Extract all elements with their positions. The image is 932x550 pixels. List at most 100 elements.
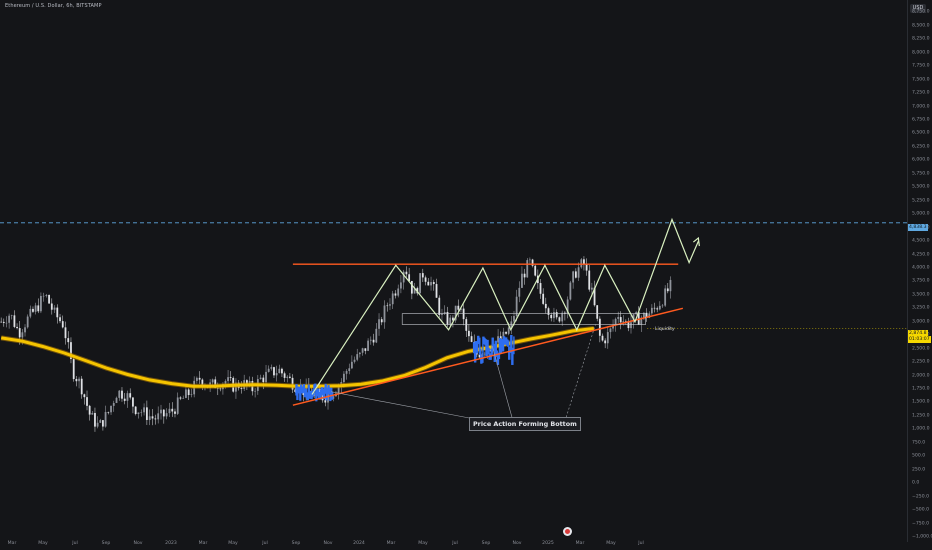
price-candle — [13, 315, 16, 327]
price-candle — [42, 295, 45, 297]
time-tick-label: Nov — [323, 541, 333, 546]
price-candle — [531, 259, 534, 266]
price-candle — [550, 314, 553, 319]
price-candle — [83, 394, 86, 398]
price-tick-label: −500.0 — [912, 507, 930, 513]
price-candle — [513, 316, 515, 322]
price-candle — [590, 287, 593, 290]
price-candle — [59, 317, 61, 322]
price-candle — [505, 331, 507, 334]
price-candle — [470, 336, 473, 342]
price-candle — [157, 413, 160, 420]
bottom-annotation[interactable]: Price Action Forming Bottom — [469, 417, 581, 431]
price-candle — [361, 348, 364, 353]
price-candle — [275, 373, 278, 376]
price-candle — [37, 305, 40, 312]
price-chart[interactable] — [0, 0, 932, 550]
price-candle — [10, 315, 13, 316]
price-tick-label: 3,750.0 — [912, 278, 930, 284]
price-candle — [5, 322, 8, 324]
price-candle — [137, 412, 140, 415]
price-tick-label: 2,000.0 — [912, 373, 930, 379]
price-candle — [72, 359, 75, 379]
price-candle — [29, 308, 32, 317]
price-candle — [383, 305, 386, 323]
price-candle — [380, 319, 383, 323]
price-candle — [91, 412, 94, 415]
tradingview-logo-icon[interactable] — [563, 527, 572, 536]
price-candle — [664, 288, 667, 306]
price-candle — [609, 328, 612, 333]
price-candle — [123, 398, 126, 401]
price-tick-label: 5,500.0 — [912, 184, 930, 190]
price-candle — [405, 271, 408, 275]
time-tick-label: Jul — [452, 541, 458, 546]
price-candle — [375, 328, 378, 343]
price-candle — [666, 288, 669, 292]
price-tick-label: 6,250.0 — [912, 144, 930, 150]
price-candle — [45, 294, 48, 296]
price-candle — [179, 397, 182, 399]
price-candle — [187, 389, 190, 396]
price-candle — [160, 409, 162, 414]
time-tick-label: Nov — [133, 541, 143, 546]
price-candle — [270, 367, 273, 369]
price-candle — [182, 397, 185, 399]
price-candle — [438, 297, 441, 315]
current-price-time: 01:03:07 — [908, 336, 931, 343]
price-tick-label: 3,500.0 — [912, 292, 930, 298]
time-tick-label: Mar — [198, 541, 208, 546]
price-candle — [104, 412, 107, 427]
liquidity-annotation[interactable]: Liquidity — [655, 327, 675, 332]
price-candle — [658, 305, 661, 310]
price-candle — [604, 340, 607, 344]
time-tick-label: May — [418, 541, 428, 546]
price-candle — [143, 407, 145, 413]
price-candle — [400, 282, 402, 289]
price-tick-label: 0.0 — [912, 480, 920, 486]
price-tick-label: 1,250.0 — [912, 413, 930, 419]
price-candle — [259, 377, 262, 380]
price-tick-label: 7,000.0 — [912, 104, 930, 110]
price-candle — [410, 280, 413, 294]
time-tick-label: 2023 — [165, 541, 177, 546]
price-candle — [102, 420, 104, 427]
price-candle — [391, 293, 394, 305]
price-candle — [539, 283, 542, 294]
price-candle — [121, 390, 123, 399]
price-tick-label: 7,500.0 — [912, 77, 930, 83]
target-price-tag: 4,838.3 — [908, 224, 928, 231]
price-tick-label: 1,000.0 — [912, 426, 930, 432]
price-tick-label: 8,500.0 — [912, 23, 930, 29]
price-tick-label: 8,000.0 — [912, 50, 930, 56]
time-tick-label: Nov — [512, 541, 522, 546]
price-candle — [555, 312, 558, 318]
price-candle — [190, 394, 193, 396]
price-candle — [2, 321, 5, 323]
price-candle — [75, 378, 78, 382]
price-candle — [394, 293, 397, 296]
price-tick-label: −1,000.0 — [912, 534, 932, 540]
price-candle — [630, 322, 632, 329]
price-candle — [669, 279, 672, 292]
price-candle — [8, 315, 11, 323]
price-candle — [449, 317, 452, 325]
price-candle — [129, 393, 132, 398]
price-tick-label: 2,250.0 — [912, 359, 930, 365]
price-tick-label: 4,250.0 — [912, 252, 930, 257]
price-candle — [622, 321, 625, 323]
symbol-title[interactable]: Ethereum / U.S. Dollar, 6h, BITSTAMP — [5, 3, 102, 9]
time-tick-label: Jul — [262, 541, 268, 546]
price-candle — [617, 317, 620, 319]
price-tick-label: 4,000.0 — [912, 265, 930, 271]
price-candle — [67, 338, 70, 343]
time-tick-label: Jul — [638, 541, 644, 546]
price-candle — [24, 327, 26, 333]
price-candle — [569, 282, 572, 300]
price-candle — [265, 371, 267, 383]
price-candle — [162, 409, 165, 417]
price-candle — [367, 340, 369, 351]
time-tick-label: May — [38, 541, 48, 546]
price-candle — [88, 405, 91, 415]
price-candle — [94, 412, 96, 427]
